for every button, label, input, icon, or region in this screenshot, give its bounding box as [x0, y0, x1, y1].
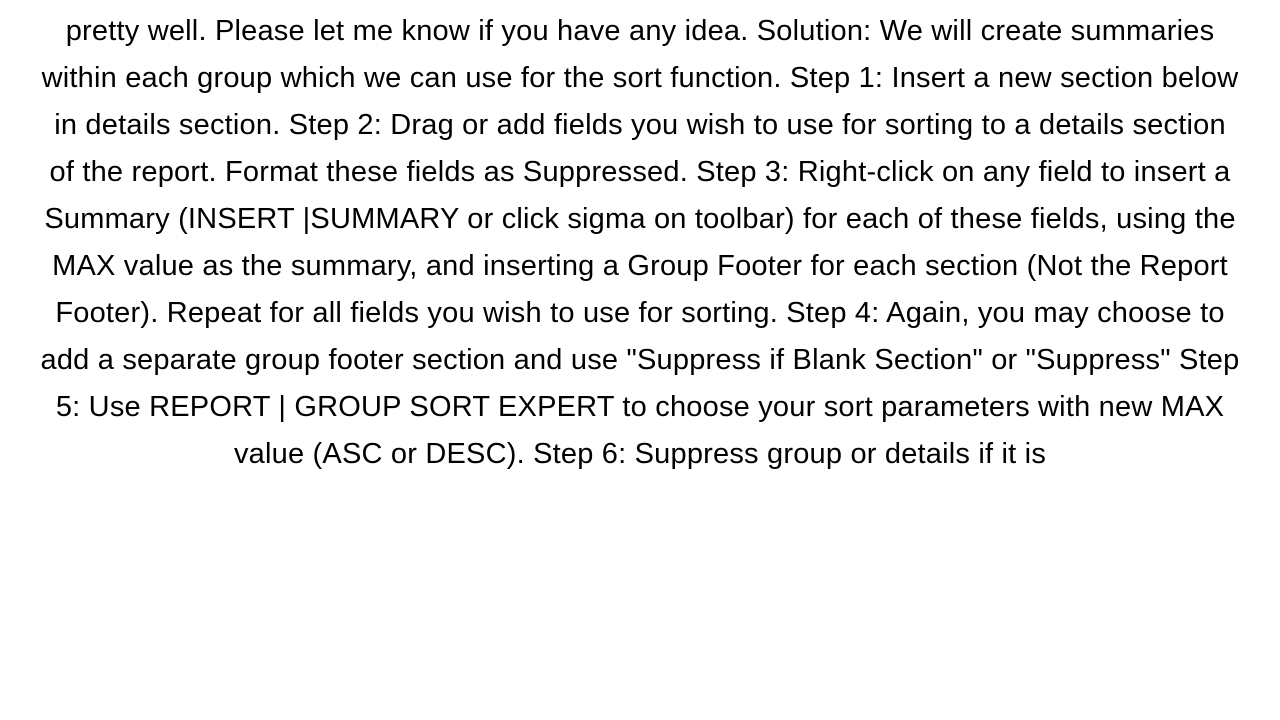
document-body-text: pretty well. Please let me know if you h…: [0, 0, 1280, 478]
